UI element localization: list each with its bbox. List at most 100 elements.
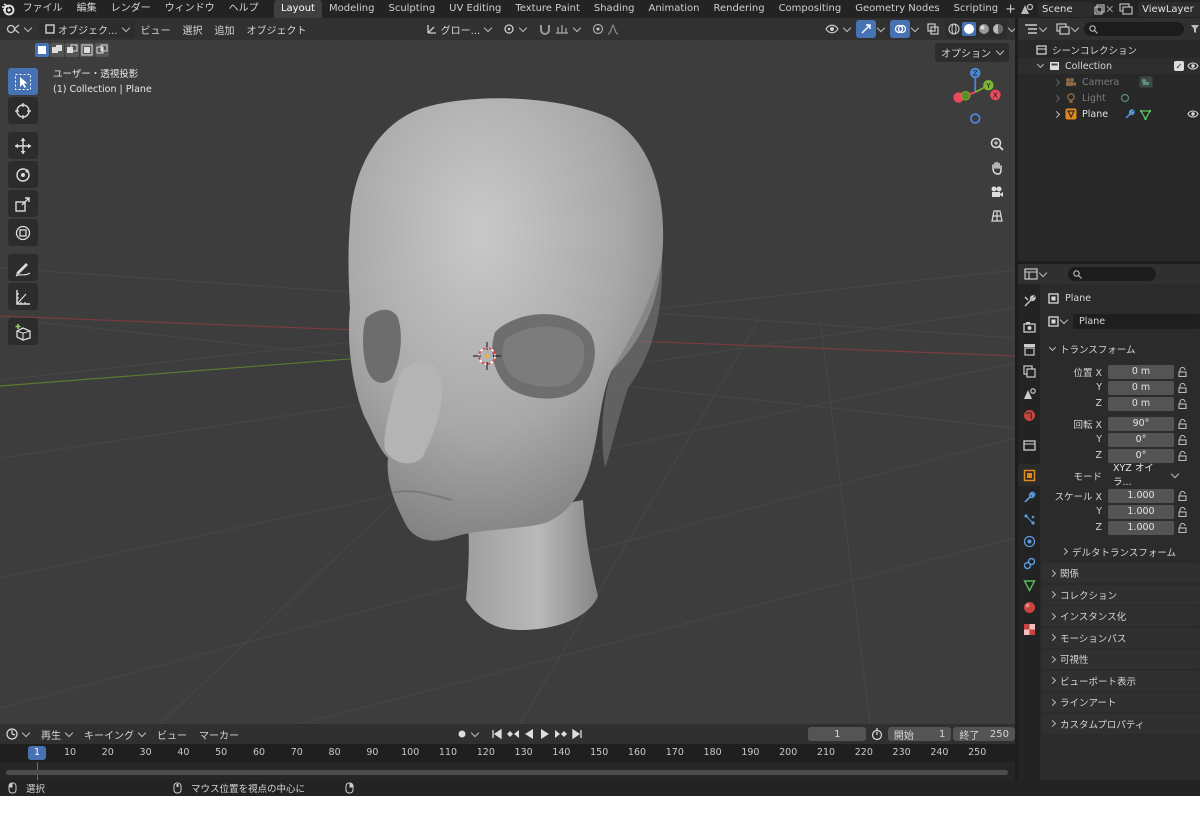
collection-tab-icon[interactable] — [1018, 434, 1040, 456]
modifier-tab-icon[interactable] — [1018, 486, 1040, 508]
menu-help[interactable]: ヘルプ — [222, 0, 266, 18]
annotate-tool[interactable] — [8, 254, 38, 281]
display-mode-dropdown[interactable] — [1056, 23, 1080, 35]
view-layer-tab-icon[interactable] — [1018, 360, 1040, 382]
navigation-gizmo[interactable]: Z Y X — [942, 66, 1012, 136]
panel-header-4[interactable]: 可視性 — [1042, 649, 1200, 669]
overlay-toggle[interactable] — [889, 20, 910, 38]
scale-x-field[interactable]: 1.000 — [1108, 488, 1174, 503]
menu-keying[interactable]: キーイング — [78, 725, 151, 743]
snap-toggle[interactable] — [532, 20, 586, 38]
tab-modeling[interactable]: Modeling — [322, 0, 382, 18]
object-data-selector[interactable]: Plane — [1042, 313, 1200, 329]
lock-icon[interactable] — [1178, 366, 1187, 377]
start-frame-field[interactable]: 開始 1 — [887, 727, 952, 742]
physics-tab-icon[interactable] — [1018, 530, 1040, 552]
outliner-scene-collection[interactable]: シーンコレクション — [1018, 42, 1200, 58]
tool-tab-icon[interactable] — [1018, 290, 1040, 312]
scale-z-field[interactable]: 1.000 — [1108, 520, 1174, 535]
zoom-icon[interactable] — [986, 133, 1008, 155]
add-workspace-icon[interactable]: + — [1005, 0, 1016, 18]
camera-view-icon[interactable] — [986, 181, 1008, 203]
modifier-wrench-icon[interactable] — [1124, 108, 1135, 120]
location-z-field[interactable]: 0 m — [1108, 396, 1174, 411]
panel-header-5[interactable]: ビューポート表示 — [1042, 670, 1200, 691]
timeline-editor-type[interactable] — [0, 725, 35, 743]
editor-type-button[interactable] — [0, 20, 37, 38]
tab-layout[interactable]: Layout — [273, 0, 322, 18]
menu-timeline-view[interactable]: ビュー — [151, 725, 193, 743]
properties-editor-type[interactable] — [1024, 268, 1048, 280]
rotation-y-field[interactable]: 0° — [1108, 432, 1174, 447]
collection-eye-icon[interactable] — [1187, 61, 1199, 71]
panel-header-2[interactable]: インスタンス化 — [1042, 606, 1200, 626]
rotation-mode-dropdown[interactable]: XYZ オイラ... — [1108, 463, 1180, 488]
play-reverse-icon[interactable] — [522, 727, 536, 741]
data-tab-icon[interactable] — [1018, 574, 1040, 596]
object-mode-dropdown[interactable]: オブジェク... — [39, 20, 135, 38]
play-icon[interactable] — [538, 727, 552, 741]
overlay-dropdown-icon[interactable] — [910, 23, 919, 32]
end-frame-field[interactable]: 終了 250 — [953, 727, 1016, 742]
object-tab-icon[interactable] — [1018, 464, 1040, 486]
3d-viewport[interactable]: オブジェク... ビュー 選択 追加 オブジェクト グロー... オプション ユ… — [0, 18, 1015, 724]
panel-header-1[interactable]: コレクション — [1042, 584, 1200, 605]
expand-chevron-icon[interactable] — [1052, 110, 1061, 118]
lock-icon[interactable] — [1178, 490, 1187, 501]
world-tab-icon[interactable] — [1018, 404, 1040, 426]
options-dropdown[interactable]: オプション — [935, 43, 1009, 62]
menu-edit[interactable]: 編集 — [70, 0, 104, 18]
render-tab-icon[interactable] — [1018, 316, 1040, 338]
mesh-data-icon[interactable] — [1140, 109, 1152, 120]
menu-select[interactable]: 選択 — [177, 20, 209, 38]
output-tab-icon[interactable] — [1018, 338, 1040, 360]
timeline-body[interactable] — [0, 762, 1015, 780]
gizmo-neg-y-icon[interactable] — [960, 90, 971, 101]
select-box-tool[interactable] — [8, 68, 38, 95]
expand-chevron-icon[interactable] — [1052, 94, 1061, 102]
menu-object[interactable]: オブジェクト — [241, 20, 313, 38]
pivot-point-dropdown[interactable] — [497, 20, 532, 38]
properties-search-input[interactable] — [1068, 267, 1156, 281]
transform-panel-header[interactable]: トランスフォーム — [1042, 339, 1200, 359]
object-browse-icon[interactable] — [1048, 315, 1069, 327]
location-x-field[interactable]: 0 m — [1108, 364, 1174, 379]
scene-tab-icon[interactable] — [1018, 382, 1040, 404]
current-frame-marker[interactable]: 1 — [28, 746, 46, 760]
outliner-collection[interactable]: Collection ✓ — [1018, 58, 1200, 74]
object-name-field[interactable]: Plane — [1073, 313, 1200, 329]
menu-marker[interactable]: マーカー — [193, 725, 245, 743]
jump-keyframe-next-icon[interactable] — [554, 727, 568, 741]
material-shading-icon[interactable] — [978, 23, 990, 35]
tab-compositing[interactable]: Compositing — [772, 0, 849, 18]
rotation-z-field[interactable]: 0° — [1108, 448, 1174, 463]
gizmo-neg-z-icon[interactable] — [970, 113, 981, 124]
outliner[interactable]: シーンコレクション Collection ✓ Camera Light Plan… — [1018, 18, 1200, 261]
menu-add[interactable]: 追加 — [209, 20, 241, 38]
jump-end-icon[interactable] — [570, 727, 584, 741]
transform-orientation-dropdown[interactable]: グロー... — [420, 20, 498, 38]
select-extend-icon[interactable] — [50, 43, 64, 57]
menu-render[interactable]: レンダー — [104, 0, 158, 18]
scene-icon[interactable] — [1020, 0, 1034, 18]
rotation-x-field[interactable]: 90° — [1108, 416, 1174, 431]
lock-icon[interactable] — [1178, 506, 1187, 517]
proportional-editing-toggle[interactable] — [586, 20, 625, 38]
timeline-editor[interactable]: 再生 キーイング ビュー マーカー 1 開始 1 終了 250 1 10 20 … — [0, 724, 1016, 780]
menu-view[interactable]: ビュー — [135, 20, 177, 38]
jump-keyframe-prev-icon[interactable] — [506, 727, 520, 741]
material-tab-icon[interactable] — [1018, 596, 1040, 618]
copy-scene-icon[interactable] — [1094, 0, 1105, 18]
frame-ruler[interactable]: 1 10 20 30 40 50 60 70 80 90 100 110 120 130 140 150 160… — [0, 744, 1015, 762]
select-subtract-icon[interactable] — [65, 43, 79, 57]
delta-transform-subpanel[interactable]: デルタトランスフォーム — [1042, 542, 1200, 562]
filter-icon[interactable] — [1190, 24, 1200, 34]
transform-tool[interactable] — [8, 219, 38, 246]
wireframe-shading-icon[interactable] — [948, 23, 960, 35]
rotate-tool[interactable] — [8, 161, 38, 188]
tab-shading[interactable]: Shading — [587, 0, 642, 18]
constraints-tab-icon[interactable] — [1018, 552, 1040, 574]
lock-icon[interactable] — [1178, 434, 1187, 445]
camera-data-icon[interactable] — [1139, 76, 1153, 88]
move-tool[interactable] — [8, 132, 38, 159]
